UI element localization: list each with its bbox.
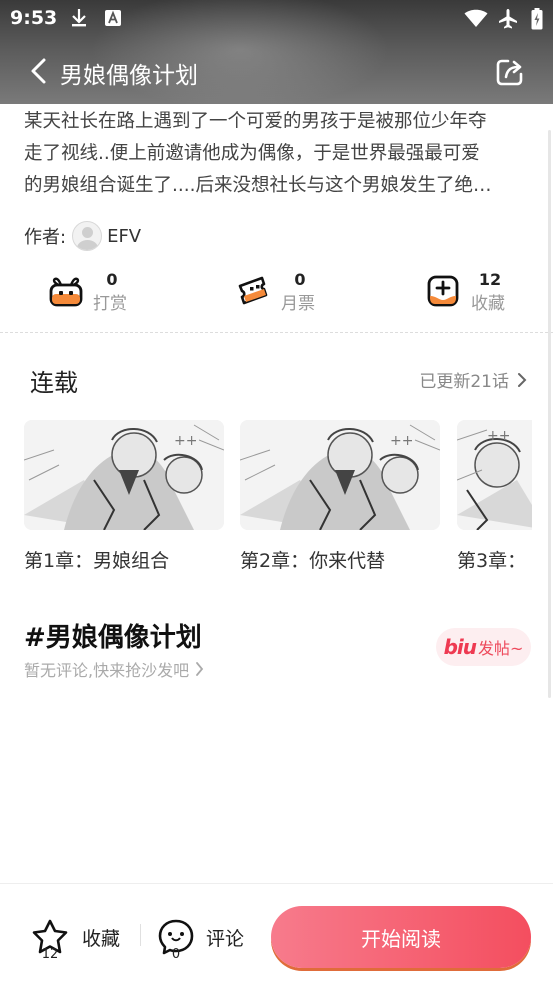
status-time: 9:53 — [10, 7, 58, 29]
airplane-icon — [497, 8, 519, 34]
chapter-card[interactable]: ++ 第2章：你来代替 — [240, 420, 440, 573]
comment-label: 评论 — [206, 927, 245, 950]
favorite-label: 收藏 — [82, 927, 121, 950]
section-divider — [0, 332, 553, 333]
author-row[interactable]: 作者: EFV — [24, 220, 141, 252]
serial-section-title: 连载 — [30, 369, 78, 397]
chapter-thumbnail[interactable]: ++ — [240, 420, 440, 530]
scrollbar[interactable] — [548, 130, 551, 698]
comment-button[interactable]: 0 评论 — [156, 912, 244, 962]
post-button-label: 发帖~ — [478, 639, 524, 658]
chapter-carousel[interactable]: ++ 第1章：男娘组合 ++ 第2章：你来代替 ++ 第3章： — [24, 420, 532, 580]
topic-title[interactable]: #男娘偶像计划 — [24, 617, 202, 654]
header-banner: 9:53 男娘偶像计划 — [0, 0, 553, 104]
manga-cover-image: ++ — [457, 420, 532, 530]
post-button[interactable]: biu 发帖~ — [436, 628, 531, 666]
chapter-thumbnail[interactable]: ++ — [24, 420, 224, 530]
comment-count: 0 — [171, 947, 181, 962]
favorite-box-icon — [427, 275, 459, 307]
stat-favorites[interactable]: 12 收藏 — [427, 268, 517, 318]
battery-charging-icon — [531, 8, 543, 34]
favorite-count: 12 — [41, 947, 59, 962]
stat-favorites-label: 收藏 — [471, 294, 505, 314]
biu-logo: biu — [443, 635, 477, 659]
font-a-icon — [104, 8, 122, 32]
comment-face-icon: 0 — [156, 917, 196, 962]
description-line: 某天社长在路上遇到了一个可爱的男孩于是被那位少年夺 — [24, 111, 487, 132]
stats-row: 0 打赏 0 月票 12 收藏 — [0, 268, 553, 318]
manga-cover-image: ++ — [24, 420, 224, 530]
comments-empty-text: 暂无评论,快来抢沙发吧 — [24, 661, 190, 680]
description-line: 的男娘组合诞生了....后来没想社长与这个男娘发生了绝… — [24, 175, 492, 196]
favorite-button[interactable]: 12 收藏 — [30, 912, 120, 962]
chapter-thumbnail[interactable]: ++ — [457, 420, 532, 530]
share-icon — [496, 59, 523, 86]
share-button[interactable] — [494, 56, 526, 88]
bottom-action-bar: 12 收藏 0 评论 开始阅读 — [0, 883, 553, 983]
page-title: 男娘偶像计划 — [60, 63, 198, 89]
chapter-card[interactable]: ++ 第3章： — [457, 420, 532, 573]
stat-ticket-label: 月票 — [281, 294, 315, 314]
chapter-list-link[interactable]: 已更新21话 — [419, 367, 527, 392]
stat-ticket-count: 0 — [294, 270, 306, 289]
description-line: 走了视线..便上前邀请他成为偶像，于是世界最强最可爱 — [24, 143, 480, 164]
chapter-title[interactable]: 第1章：男娘组合 — [24, 546, 224, 573]
chapter-title[interactable]: 第2章：你来代替 — [240, 546, 440, 573]
star-face-icon: 12 — [30, 917, 70, 962]
ticket-icon — [238, 276, 268, 305]
chevron-right-icon — [196, 662, 204, 676]
manga-cover-image: ++ — [240, 420, 440, 530]
comic-description: 某天社长在路上遇到了一个可爱的男孩于是被那位少年夺 走了视线..便上前邀请他成为… — [24, 106, 529, 202]
comments-empty-link[interactable]: 暂无评论,快来抢沙发吧 — [24, 657, 204, 681]
back-button[interactable] — [26, 54, 54, 88]
chapter-title[interactable]: 第3章： — [457, 546, 532, 573]
stat-favorites-count: 12 — [478, 270, 502, 289]
chapter-card[interactable]: ++ 第1章：男娘组合 — [24, 420, 224, 573]
author-avatar[interactable] — [72, 221, 103, 251]
stat-reward-label: 打赏 — [93, 294, 127, 314]
stat-reward-count: 0 — [106, 270, 118, 289]
download-icon — [70, 8, 88, 32]
chevron-right-icon — [518, 372, 527, 387]
wifi-icon — [464, 8, 488, 32]
svg-text:++: ++ — [487, 428, 510, 444]
author-label: 作者: — [24, 227, 67, 248]
stat-reward[interactable]: 0 打赏 — [49, 268, 139, 318]
bottom-bar-separator — [140, 924, 141, 946]
chevron-left-icon — [31, 58, 46, 84]
gift-icon — [49, 277, 83, 307]
author-name[interactable]: EFV — [107, 226, 141, 247]
start-reading-button[interactable]: 开始阅读 — [271, 906, 531, 968]
svg-text:++: ++ — [174, 433, 197, 449]
stat-monthly-ticket[interactable]: 0 月票 — [237, 268, 327, 318]
status-bar: 9:53 — [0, 0, 553, 36]
svg-text:++: ++ — [390, 433, 413, 449]
update-status-text: 已更新21话 — [419, 372, 509, 392]
